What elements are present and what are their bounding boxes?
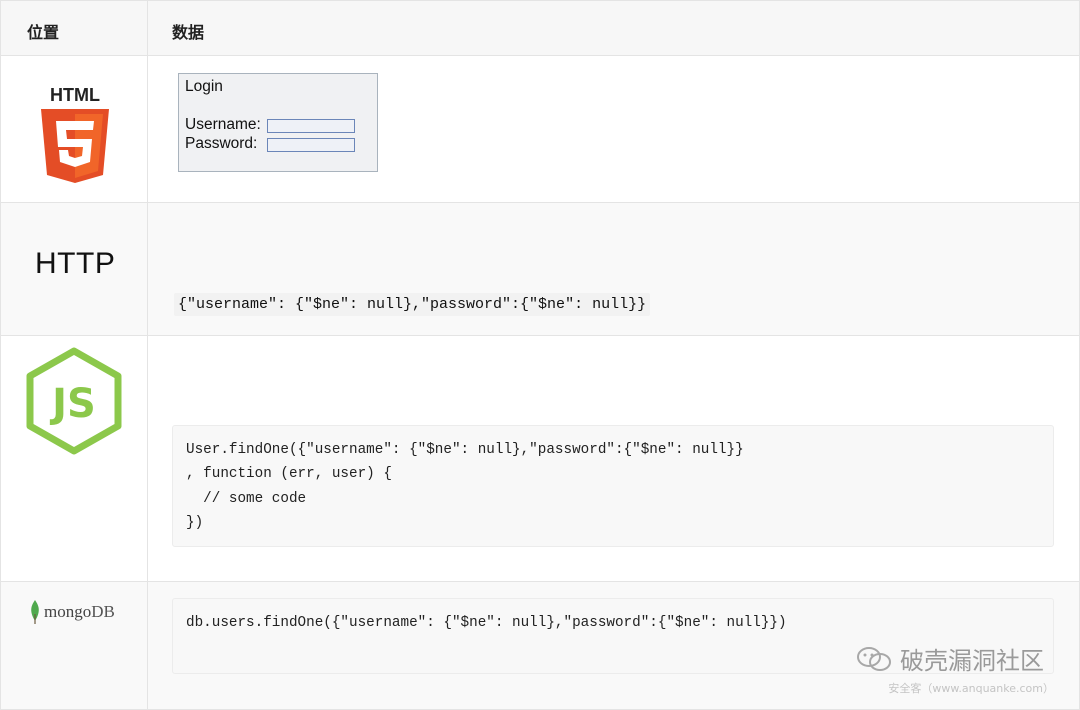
http-payload-code: {"username": {"$ne": null},"password":{"…	[174, 293, 651, 316]
node-code-block: User.findOne({"username": {"$ne": null},…	[172, 425, 1054, 547]
code-line: // some code	[186, 490, 307, 507]
mongodb-wordmark-part1: mongo	[44, 602, 92, 621]
mongodb-leaf-icon	[31, 600, 39, 624]
comparison-table: 位置 数据 HTML Login Username: Password: HTT…	[0, 0, 1080, 710]
mongodb-wordmark: mongoDB	[44, 602, 115, 622]
watermark-subtext: 安全客（www.anquanke.com）	[888, 682, 1054, 695]
username-input[interactable]	[267, 119, 355, 133]
header-position: 位置	[0, 0, 148, 56]
login-form-mockup: Login Username: Password:	[178, 73, 378, 172]
nodejs-logo-icon: JS	[26, 347, 122, 455]
header-position-label: 位置	[27, 23, 60, 42]
table-header-row: 位置 数据	[0, 0, 1080, 56]
data-cell-node: User.findOne({"username": {"$ne": null},…	[147, 335, 1080, 582]
position-cell-html: HTML	[0, 55, 148, 203]
code-line: })	[186, 514, 204, 531]
password-input[interactable]	[267, 138, 355, 152]
html5-logo-label: HTML	[50, 85, 100, 105]
data-cell-html: Login Username: Password:	[147, 55, 1080, 203]
nodejs-logo-label: JS	[49, 381, 96, 427]
position-cell-mongo: mongoDB	[0, 581, 148, 710]
table-row-node: JS User.findOne({"username": {"$ne": nul…	[0, 335, 1080, 582]
code-line: User.findOne({"username": {"$ne": null},…	[186, 442, 744, 458]
mongodb-logo: mongoDB	[29, 600, 115, 624]
mongodb-wordmark-part2: DB	[91, 602, 115, 621]
login-title: Login	[185, 78, 223, 95]
position-cell-http: HTTP	[0, 202, 148, 336]
wechat-icon	[857, 646, 891, 671]
table-row-html: HTML Login Username: Password:	[0, 55, 1080, 203]
username-label: Username:	[185, 116, 261, 133]
header-data: 数据	[147, 0, 1080, 56]
http-label: HTTP	[35, 247, 116, 280]
html5-logo-icon: HTML	[41, 85, 109, 183]
position-cell-node: JS	[0, 335, 148, 582]
data-cell-http: {"username": {"$ne": null},"password":{"…	[147, 202, 1080, 336]
code-line: , function (err, user) {	[186, 466, 392, 483]
watermark: 破壳漏洞社区	[856, 641, 1044, 676]
code-line: db.users.findOne({"username": {"$ne": nu…	[186, 615, 787, 631]
password-label: Password:	[185, 135, 258, 152]
header-data-label: 数据	[172, 23, 205, 42]
watermark-text: 破壳漏洞社区	[900, 647, 1044, 675]
table-row-http: HTTP {"username": {"$ne": null},"passwor…	[0, 202, 1080, 336]
